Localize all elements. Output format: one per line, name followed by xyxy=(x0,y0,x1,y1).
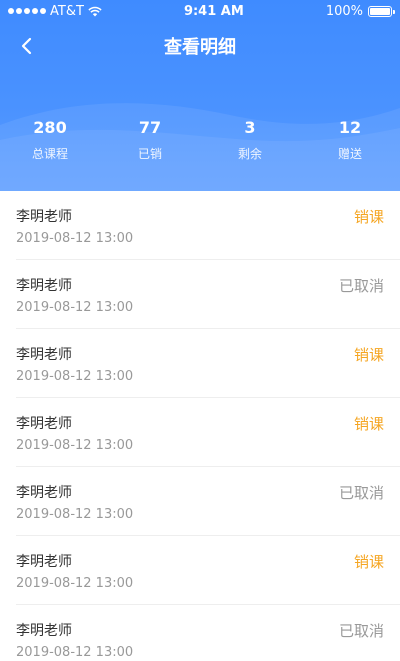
header: AT&T 9:41 AM 100% 查看明细 280 总课程 77 已销 3 剩… xyxy=(0,0,400,191)
stat-gifted: 12 赠送 xyxy=(300,118,400,162)
list-item[interactable]: 李明老师 2019-08-12 13:00 已取消 xyxy=(16,467,400,536)
stat-value: 280 xyxy=(33,118,67,137)
teacher-name: 李明老师 xyxy=(16,209,72,225)
record-time: 2019-08-12 13:00 xyxy=(16,300,134,315)
stat-label: 赠送 xyxy=(337,147,362,161)
status-badge: 销课 xyxy=(353,553,384,571)
record-list: 李明老师 2019-08-12 13:00 销课 李明老师 2019-08-12… xyxy=(0,191,400,661)
clock: 9:41 AM xyxy=(183,3,244,19)
record-time: 2019-08-12 13:00 xyxy=(16,369,134,384)
list-item[interactable]: 李明老师 2019-08-12 13:00 销课 xyxy=(16,398,400,467)
status-right: 100% xyxy=(325,3,395,19)
stat-remaining: 3 剩余 xyxy=(200,118,300,162)
stat-value: 3 xyxy=(244,118,256,137)
list-item[interactable]: 李明老师 2019-08-12 13:00 销课 xyxy=(16,329,400,398)
record-time: 2019-08-12 13:00 xyxy=(16,507,134,522)
status-badge: 销课 xyxy=(353,208,384,226)
status-badge: 销课 xyxy=(353,346,384,364)
teacher-name: 李明老师 xyxy=(16,416,72,432)
back-button[interactable] xyxy=(10,30,42,62)
status-left: AT&T xyxy=(8,4,102,19)
record-time: 2019-08-12 13:00 xyxy=(16,576,134,591)
chevron-left-icon xyxy=(21,37,32,55)
stat-total-courses: 280 总课程 xyxy=(0,118,100,162)
stat-label: 剩余 xyxy=(237,147,262,161)
battery-percent: 100% xyxy=(325,3,363,19)
record-time: 2019-08-12 13:00 xyxy=(16,438,134,453)
list-item[interactable]: 李明老师 2019-08-12 13:00 已取消 xyxy=(16,260,400,329)
teacher-name: 李明老师 xyxy=(16,623,72,639)
battery-icon xyxy=(368,5,395,17)
teacher-name: 李明老师 xyxy=(16,485,72,501)
stat-value: 12 xyxy=(338,118,362,137)
list-item[interactable]: 李明老师 2019-08-12 13:00 销课 xyxy=(16,536,400,605)
nav-bar: 查看明细 xyxy=(0,26,400,66)
stat-label: 已销 xyxy=(137,147,162,161)
stat-sold: 77 已销 xyxy=(100,118,200,162)
page-title: 查看明细 xyxy=(164,37,236,58)
status-badge: 已取消 xyxy=(338,484,384,502)
carrier-label: AT&T xyxy=(50,3,84,19)
stat-value: 77 xyxy=(138,118,162,137)
status-badge: 已取消 xyxy=(338,277,384,295)
stat-label: 总课程 xyxy=(31,147,68,161)
signal-icon xyxy=(8,8,46,14)
record-time: 2019-08-12 13:00 xyxy=(16,645,134,660)
stats-summary: 280 总课程 77 已销 3 剩余 12 赠送 xyxy=(0,118,400,162)
status-badge: 已取消 xyxy=(338,622,384,640)
teacher-name: 李明老师 xyxy=(16,554,72,570)
record-time: 2019-08-12 13:00 xyxy=(16,231,134,246)
list-item[interactable]: 李明老师 2019-08-12 13:00 已取消 xyxy=(16,605,400,661)
status-bar: AT&T 9:41 AM 100% xyxy=(0,0,400,22)
status-badge: 销课 xyxy=(353,415,384,433)
teacher-name: 李明老师 xyxy=(16,278,72,294)
list-item[interactable]: 李明老师 2019-08-12 13:00 销课 xyxy=(16,191,400,260)
teacher-name: 李明老师 xyxy=(16,347,72,363)
wifi-icon xyxy=(88,6,102,16)
